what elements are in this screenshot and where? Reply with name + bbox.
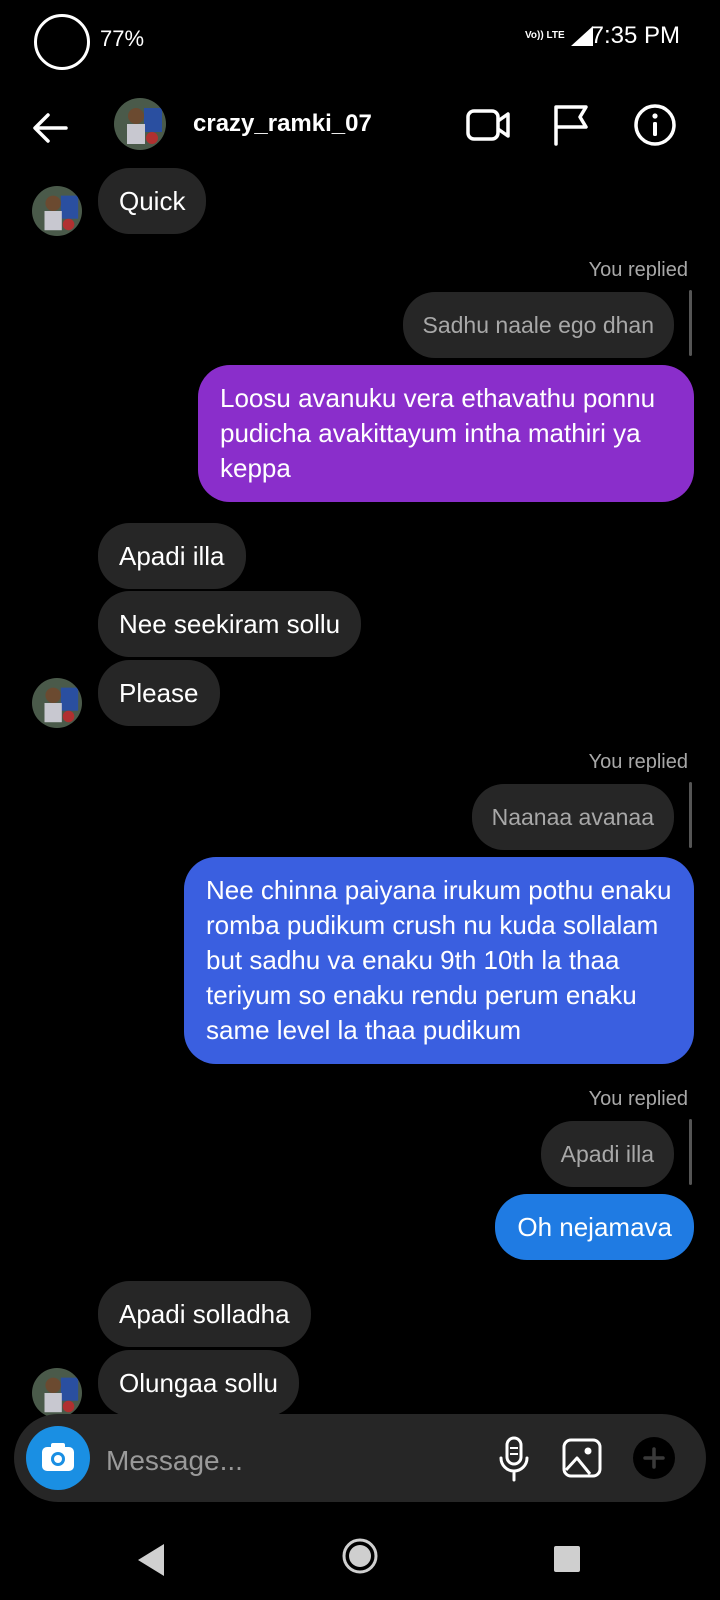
profile-avatar[interactable] [114, 98, 166, 150]
nav-home-icon[interactable] [340, 1536, 380, 1576]
camera-icon [42, 1443, 74, 1471]
info-icon[interactable] [630, 100, 680, 150]
message-input[interactable] [104, 1440, 468, 1482]
battery-percent: 77% [100, 26, 145, 51]
nav-recents-icon[interactable] [552, 1544, 582, 1574]
reply-indicator-bar [689, 1119, 692, 1185]
sender-avatar[interactable] [32, 1368, 82, 1418]
clock: 7:35 PM [590, 22, 680, 49]
reply-label: You replied [588, 751, 688, 773]
signal-indicator: Vo)) LTE [525, 22, 595, 50]
quoted-message[interactable]: Naanaa avanaa [471, 784, 674, 850]
reply-label: You replied [588, 259, 688, 281]
reply-indicator-bar [689, 290, 692, 356]
message-outgoing[interactable]: Oh nejamava [495, 1194, 694, 1260]
add-icon[interactable] [630, 1434, 678, 1482]
back-arrow-icon[interactable] [26, 104, 74, 152]
network-text: Vo)) LTE [525, 30, 565, 41]
message-incoming[interactable]: Apadi illa [98, 523, 246, 589]
gallery-icon[interactable] [560, 1436, 604, 1480]
sender-avatar[interactable] [32, 678, 82, 728]
battery-ring-icon [34, 14, 90, 70]
message-incoming[interactable]: Quick [98, 168, 207, 234]
video-call-icon[interactable] [464, 100, 514, 150]
quoted-message[interactable]: Sadhu naale ego dhan [402, 292, 674, 358]
quoted-message[interactable]: Apadi illa [540, 1121, 674, 1187]
sender-avatar[interactable] [32, 186, 82, 236]
network-label: Vo)) LTE [525, 31, 565, 41]
message-incoming[interactable]: Please [98, 660, 220, 726]
chat-username[interactable]: crazy_ramki_07 [193, 110, 372, 138]
message-outgoing[interactable]: Nee chinna paiyana irukum pothu enaku ro… [184, 857, 694, 1064]
microphone-icon[interactable] [494, 1434, 534, 1484]
message-incoming[interactable]: Nee seekiram sollu [98, 591, 362, 657]
message-outgoing[interactable]: Loosu avanuku vera ethavathu ponnu pudic… [198, 365, 694, 502]
nav-back-icon[interactable] [134, 1540, 168, 1580]
message-incoming[interactable]: Olungaa sollu [98, 1350, 299, 1416]
flag-icon[interactable] [546, 100, 596, 150]
reply-indicator-bar [689, 782, 692, 848]
message-incoming[interactable]: Apadi solladha [98, 1281, 311, 1347]
reply-label: You replied [588, 1088, 688, 1110]
camera-button[interactable] [26, 1426, 90, 1490]
